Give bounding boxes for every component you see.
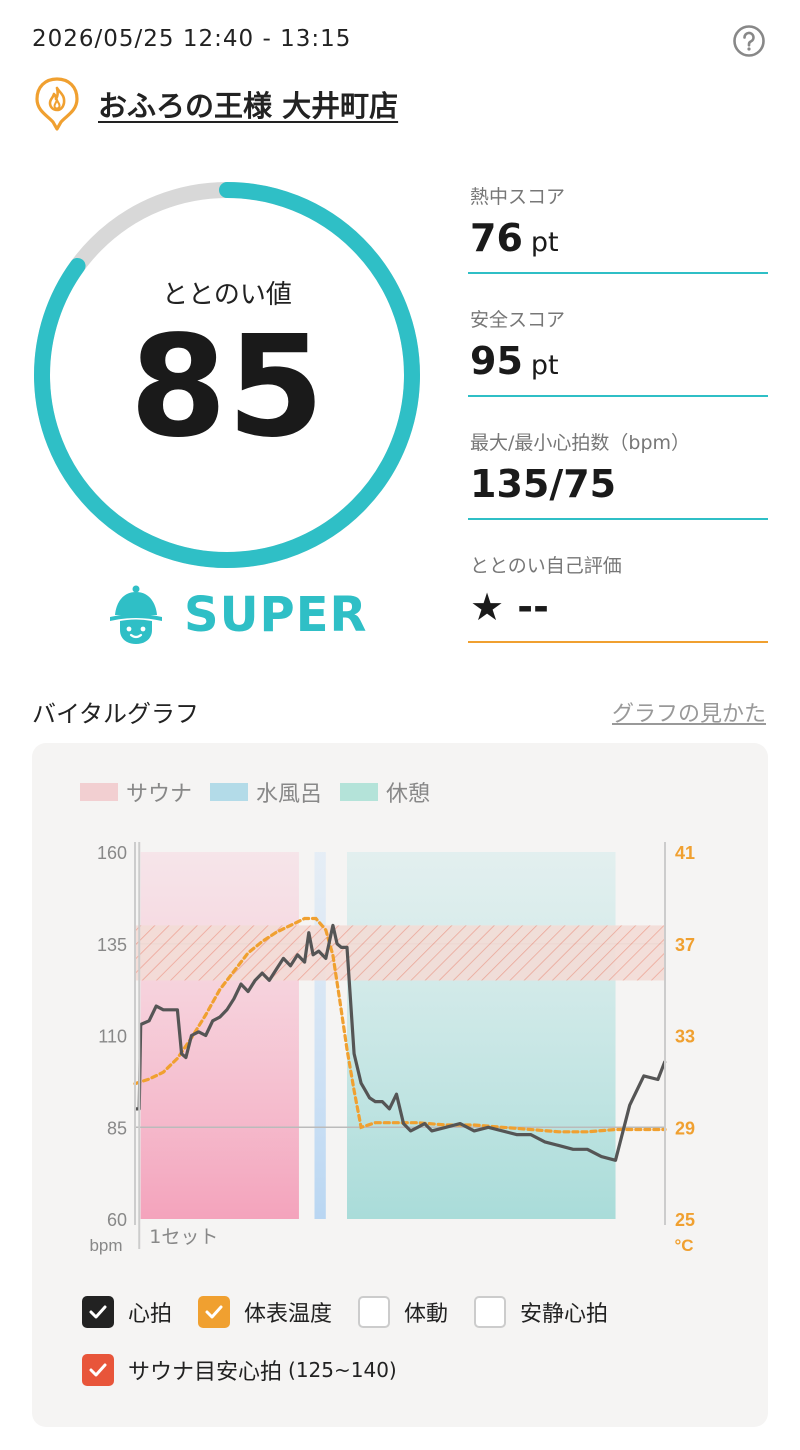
vital-chart: 160 135 110 85 60 41 37 33 29 25 bpm °C 1セット bbox=[89, 842, 695, 1255]
y-left-tick-label: 110 bbox=[98, 1027, 127, 1047]
y-left-tick-label: 60 bbox=[107, 1210, 127, 1230]
heat-score-title: 熱中スコア bbox=[470, 186, 566, 208]
store-name[interactable]: おふろの王様 大井町店 bbox=[98, 83, 398, 125]
legend-water: 水風呂 bbox=[210, 776, 322, 808]
vital-graph-title: バイタルグラフ bbox=[32, 700, 200, 728]
y-right-tick-label: 29 bbox=[675, 1118, 695, 1138]
legend-sauna-label: サウナ bbox=[126, 782, 193, 807]
safety-score-title: 安全スコア bbox=[470, 309, 566, 331]
y-left-tick-label: 160 bbox=[97, 843, 127, 863]
heat-score-value: 76 bbox=[470, 216, 523, 260]
heat-score-unit: pt bbox=[530, 227, 559, 258]
session-datetime: 2026/05/25 12:40 - 13:15 bbox=[32, 26, 352, 52]
toggle-sauna-target-hr-range: (125~140) bbox=[288, 1358, 397, 1382]
phase-rest bbox=[347, 852, 616, 1219]
rank-badge: SUPER bbox=[108, 584, 367, 646]
toggle-resting-hr-label: 安静心拍 bbox=[520, 1302, 609, 1327]
toggle-heart-rate[interactable]: 心拍 bbox=[82, 1296, 172, 1328]
y-right-tick-label: 41 bbox=[675, 843, 695, 863]
checkbox-unchecked-icon[interactable] bbox=[358, 1296, 391, 1328]
checkbox-checked-icon[interactable] bbox=[82, 1296, 114, 1328]
toggle-body-motion[interactable]: 体動 bbox=[358, 1296, 448, 1328]
heat-score: 熱中スコア 76 pt bbox=[468, 182, 768, 274]
heart-rate-range-value: 135/75 bbox=[470, 462, 617, 506]
set-label: 1セット bbox=[149, 1226, 218, 1248]
toggle-skin-temp-label: 体表温度 bbox=[244, 1302, 333, 1327]
toggle-sauna-target-hr-label: サウナ目安心拍 bbox=[128, 1360, 283, 1385]
heart-rate-range: 最大/最小心拍数（bpm） 135/75 bbox=[468, 428, 768, 520]
series-toggle-row-1: 心拍 体表温度 体動 安静心拍 bbox=[82, 1296, 634, 1328]
phase-legend: サウナ 水風呂 休憩 bbox=[80, 776, 448, 808]
safety-score-unit: pt bbox=[530, 350, 559, 381]
flame-pin-icon bbox=[35, 77, 79, 131]
rank-label: SUPER bbox=[184, 587, 368, 643]
graph-help-link[interactable]: グラフの見かた bbox=[612, 696, 766, 728]
checkbox-checked-icon[interactable] bbox=[82, 1354, 114, 1386]
y-left-tick-label: 85 bbox=[107, 1118, 127, 1138]
toggle-body-motion-label: 体動 bbox=[404, 1302, 449, 1327]
self-evaluation-title: ととのい自己評価 bbox=[470, 555, 622, 577]
self-evaluation[interactable]: ととのい自己評価 ★ -- bbox=[468, 551, 768, 643]
y-right-tick-label: 25 bbox=[675, 1210, 695, 1230]
heart-rate-range-title: 最大/最小心拍数（bpm） bbox=[470, 432, 691, 454]
self-evaluation-value[interactable]: ★ -- bbox=[470, 585, 549, 629]
phase-sauna bbox=[140, 852, 299, 1219]
legend-water-label: 水風呂 bbox=[256, 782, 323, 807]
legend-rest-label: 休憩 bbox=[386, 782, 431, 807]
legend-rest: 休憩 bbox=[340, 776, 430, 808]
help-circle-icon[interactable] bbox=[732, 24, 766, 58]
y-left-tick-label: 135 bbox=[97, 935, 127, 955]
checkbox-checked-icon[interactable] bbox=[198, 1296, 231, 1328]
y-right-unit: °C bbox=[674, 1236, 693, 1255]
toggle-skin-temp[interactable]: 体表温度 bbox=[198, 1296, 332, 1328]
sauna-target-band bbox=[135, 925, 665, 981]
y-right-tick-label: 37 bbox=[675, 935, 695, 955]
toggle-sauna-target-hr[interactable]: サウナ目安心拍 (125~140) bbox=[82, 1354, 397, 1386]
toggle-heart-rate-label: 心拍 bbox=[128, 1302, 173, 1327]
y-right-tick-label: 33 bbox=[675, 1027, 695, 1047]
sauna-mascot-icon bbox=[110, 585, 162, 644]
toggle-resting-hr[interactable]: 安静心拍 bbox=[474, 1296, 608, 1328]
store-link[interactable]: おふろの王様 大井町店 bbox=[34, 76, 398, 132]
phase-water-bath bbox=[314, 852, 326, 1219]
y-left-unit: bpm bbox=[89, 1236, 122, 1255]
safety-score-value: 95 bbox=[470, 339, 523, 383]
checkbox-unchecked-icon[interactable] bbox=[474, 1296, 507, 1328]
series-toggle-row-2: サウナ目安心拍 (125~140) bbox=[82, 1354, 423, 1386]
safety-score: 安全スコア 95 pt bbox=[468, 305, 768, 397]
legend-sauna: サウナ bbox=[80, 776, 192, 808]
totonoi-value: 85 bbox=[129, 306, 325, 469]
